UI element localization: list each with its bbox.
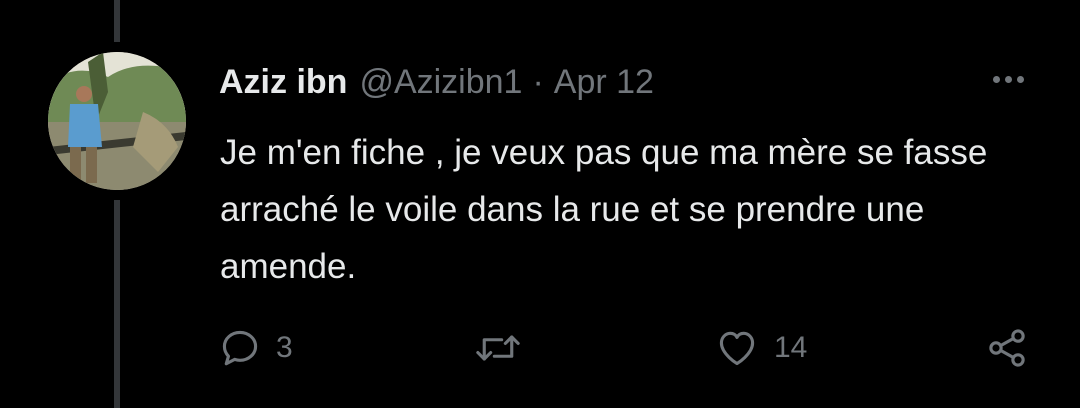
thread-line-bottom: [114, 200, 120, 408]
more-dot: [1016, 75, 1024, 83]
avatar[interactable]: [48, 52, 186, 190]
heart-icon: [719, 331, 755, 366]
like-count: 14: [774, 331, 808, 364]
avatar-photo: [48, 52, 186, 190]
more-icon[interactable]: [980, 64, 1036, 94]
display-name[interactable]: Aziz ibn: [219, 63, 347, 102]
like-button[interactable]: 14: [714, 322, 807, 374]
reply-count: 3: [276, 331, 293, 364]
thread-line-top: [114, 0, 120, 42]
handle[interactable]: @Azizibn1: [359, 63, 522, 102]
share-icon: [989, 329, 1025, 367]
share-button[interactable]: [984, 322, 1030, 374]
reply-icon: [222, 330, 258, 366]
tweet-text: Je m'en fiche , je veux pas que ma mère …: [220, 133, 988, 286]
more-dot: [992, 75, 1000, 83]
separator-dot: ·: [532, 62, 544, 101]
action-bar: 3 14: [0, 322, 1080, 374]
reply-button[interactable]: 3: [218, 322, 293, 374]
retweet-icon: [476, 335, 520, 361]
more-dot: [1004, 75, 1012, 83]
tweet-date[interactable]: Apr 12: [554, 63, 654, 102]
tweet[interactable]: Aziz ibn @Azizibn1 · Apr 12 Je m'en fich…: [0, 0, 1080, 408]
retweet-button[interactable]: [474, 322, 522, 374]
tweet-header: Aziz ibn @Azizibn1 · Apr 12: [219, 58, 654, 106]
